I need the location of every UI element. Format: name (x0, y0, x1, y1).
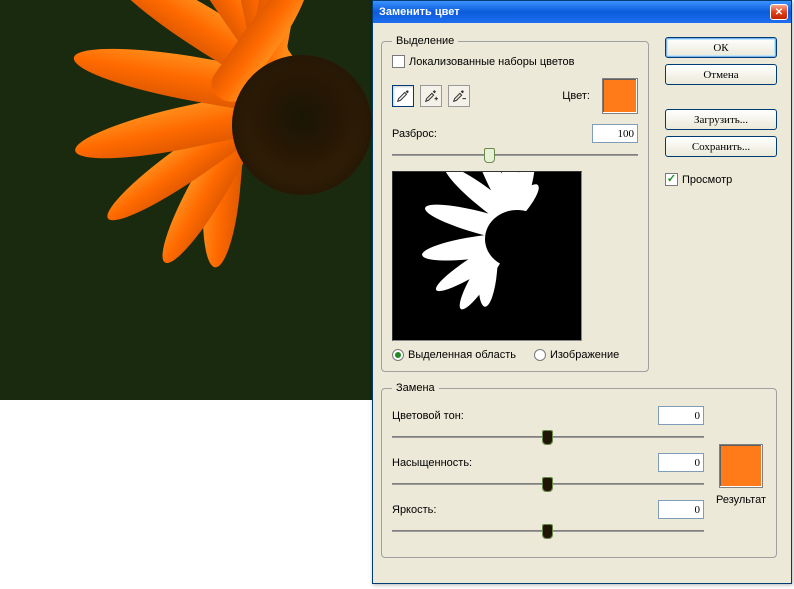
lightness-slider[interactable] (392, 523, 704, 541)
eyedropper-plus-icon (424, 89, 438, 103)
result-color-swatch[interactable] (719, 444, 763, 488)
selection-group: Выделение Локализованные наборы цветов Ц… (381, 35, 649, 372)
document-image (0, 0, 372, 400)
preview-checkbox[interactable]: Просмотр (665, 173, 777, 186)
preview-checkbox-label: Просмотр (682, 174, 732, 186)
replace-color-dialog: Заменить цвет ✕ Выделение Локализованные… (372, 0, 792, 584)
hue-label: Цветовой тон: (392, 410, 502, 422)
replacement-legend: Замена (392, 382, 439, 394)
radio-selection[interactable]: Выделенная область (392, 349, 516, 361)
ok-button[interactable]: ОК (665, 37, 777, 58)
hue-slider[interactable] (392, 429, 704, 447)
fuzziness-label: Разброс: (392, 128, 502, 140)
radio-icon (392, 349, 404, 361)
result-label: Результат (716, 494, 766, 506)
lightness-label: Яркость: (392, 504, 502, 516)
eyedropper-add-tool[interactable] (420, 85, 442, 107)
selection-preview (392, 171, 582, 341)
radio-image-label: Изображение (550, 349, 619, 361)
load-button[interactable]: Загрузить... (665, 109, 777, 130)
selection-legend: Выделение (392, 35, 458, 47)
replacement-group: Замена Цветовой тон: Насыщенность: (381, 382, 777, 558)
close-button[interactable]: ✕ (770, 4, 788, 20)
saturation-slider[interactable] (392, 476, 704, 494)
dialog-title: Заменить цвет (379, 6, 770, 18)
lightness-input[interactable] (658, 500, 704, 519)
localized-clusters-checkbox[interactable]: Локализованные наборы цветов (392, 55, 638, 68)
radio-icon (534, 349, 546, 361)
eyedropper-icon (396, 89, 410, 103)
eyedropper-minus-icon (452, 89, 466, 103)
fuzziness-slider[interactable] (392, 147, 638, 165)
saturation-input[interactable] (658, 453, 704, 472)
checkbox-icon (392, 55, 405, 68)
localized-clusters-label: Локализованные наборы цветов (409, 56, 575, 68)
titlebar[interactable]: Заменить цвет ✕ (373, 1, 791, 23)
selection-color-swatch[interactable] (602, 78, 638, 114)
close-icon: ✕ (775, 7, 783, 18)
saturation-label: Насыщенность: (392, 457, 502, 469)
radio-selection-label: Выделенная область (408, 349, 516, 361)
radio-image[interactable]: Изображение (534, 349, 619, 361)
eyedropper-subtract-tool[interactable] (448, 85, 470, 107)
eyedropper-tool[interactable] (392, 85, 414, 107)
color-label: Цвет: (562, 90, 590, 102)
save-button[interactable]: Сохранить... (665, 136, 777, 157)
checkbox-icon (665, 173, 678, 186)
cancel-button[interactable]: Отмена (665, 64, 777, 85)
hue-input[interactable] (658, 406, 704, 425)
fuzziness-input[interactable] (592, 124, 638, 143)
